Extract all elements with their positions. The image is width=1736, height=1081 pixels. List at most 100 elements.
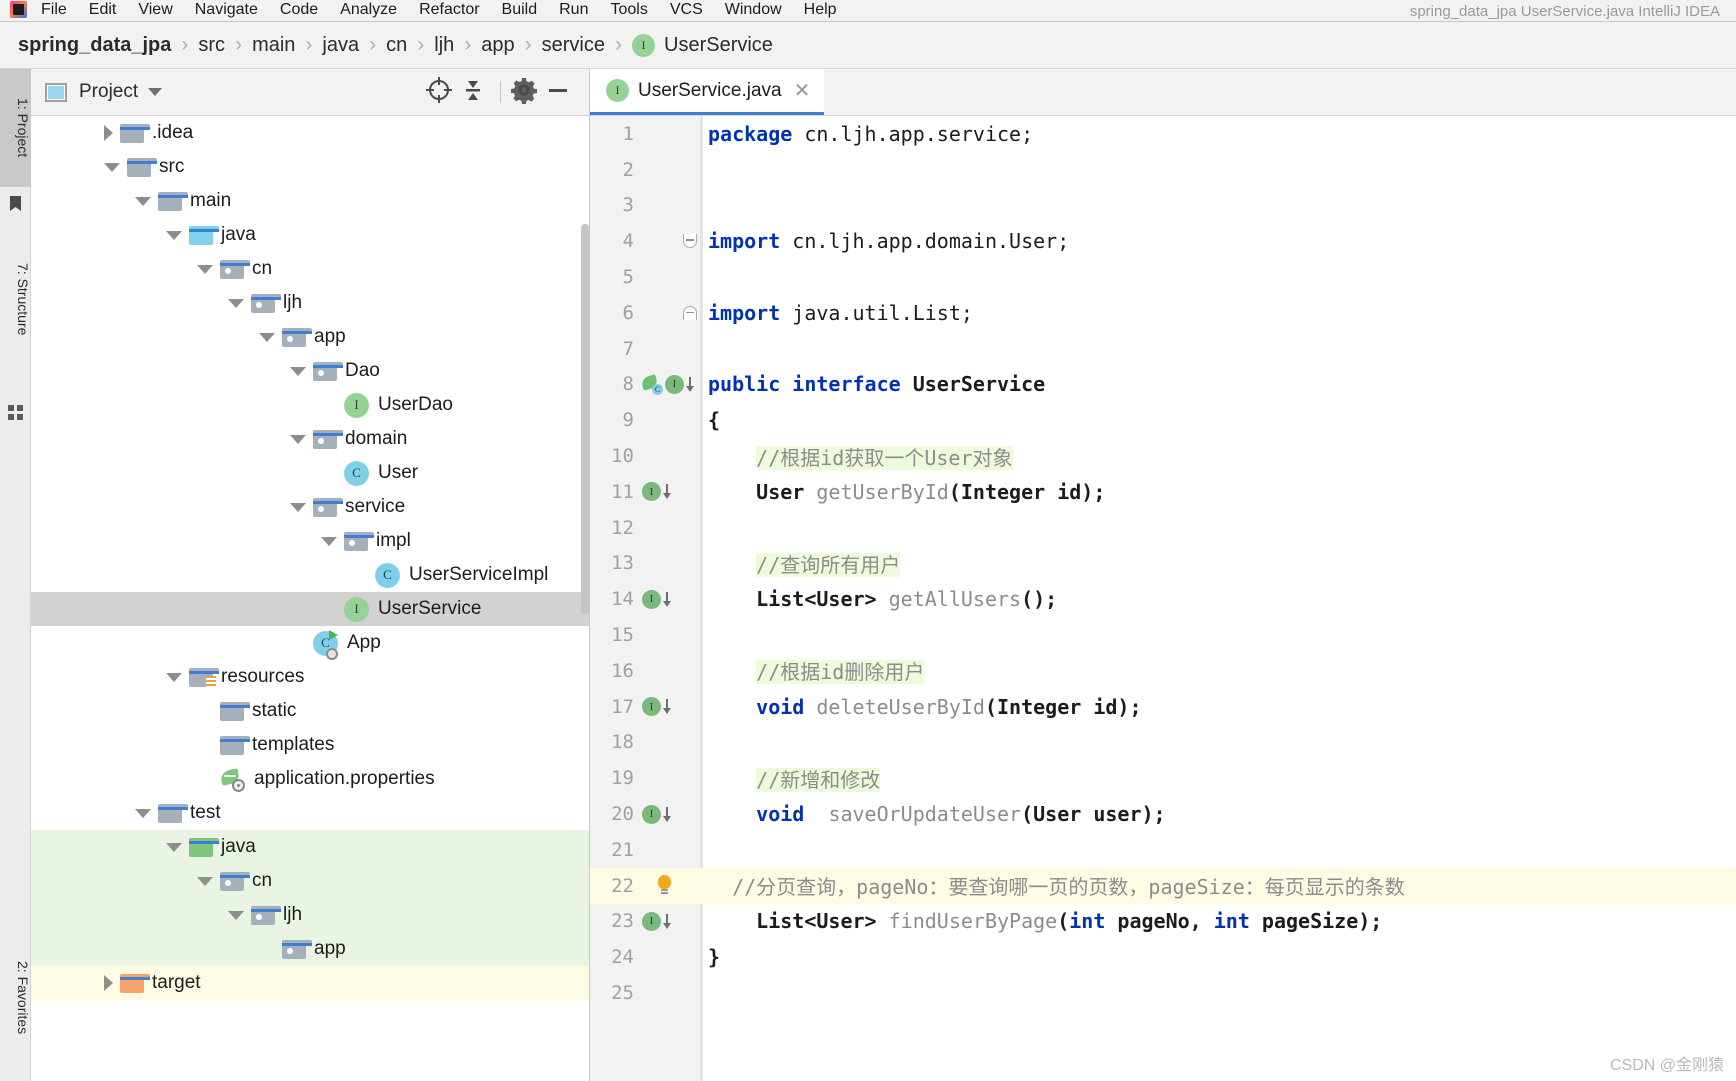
chevron-down-icon[interactable] [197, 264, 213, 274]
settings-gear-icon[interactable] [509, 75, 543, 109]
chevron-down-icon[interactable] [135, 808, 151, 818]
code-line-19[interactable]: 19 //新增和修改 [590, 760, 1736, 796]
code-line-9[interactable]: 9{ [590, 402, 1736, 438]
implemented-by-icon[interactable]: I [642, 697, 661, 717]
tree-item-java[interactable]: java [31, 830, 589, 864]
tree-item-application-properties[interactable]: application.properties [31, 762, 589, 796]
code-line-8[interactable]: 8 C Ipublic interface UserService [590, 367, 1736, 403]
menu-item-tools[interactable]: Tools [599, 0, 658, 21]
gutter-icon-group[interactable] [642, 868, 698, 904]
tree-item-app[interactable]: app [31, 320, 589, 354]
code-line-23[interactable]: 23 I List<User> findUserByPage(int pageNo… [590, 904, 1736, 940]
tree-item-userserviceimpl[interactable]: C UserServiceImpl [31, 558, 589, 592]
breadcrumb-item-app[interactable]: app [481, 34, 514, 57]
code-line-11[interactable]: 11 I User getUserById(Integer id); [590, 474, 1736, 510]
tree-item-target[interactable]: target [31, 966, 589, 1000]
close-icon[interactable]: ✕ [794, 81, 811, 101]
chevron-down-icon[interactable] [148, 88, 163, 96]
breadcrumb-item-src[interactable]: src [198, 34, 225, 57]
tree-item-app[interactable]: C App [31, 626, 589, 660]
bookmark-icon[interactable] [8, 195, 23, 211]
tree-item-src[interactable]: src [31, 150, 589, 184]
code-line-18[interactable]: 18 [590, 725, 1736, 761]
tree-item-ljh[interactable]: ljh [31, 286, 589, 320]
code-line-20[interactable]: 20 I void saveOrUpdateUser(User user); [590, 796, 1736, 832]
collapse-all-icon[interactable] [458, 75, 492, 109]
menu-item-navigate[interactable]: Navigate [184, 0, 269, 21]
tree-item-dao[interactable]: Dao [31, 354, 589, 388]
tree-item-test[interactable]: test [31, 796, 589, 830]
intention-bulb-icon[interactable] [656, 875, 672, 896]
code-line-10[interactable]: 10 //根据id获取一个User对象 [590, 438, 1736, 474]
chevron-down-icon[interactable] [197, 876, 213, 886]
menu-item-run[interactable]: Run [548, 0, 599, 21]
modules-icon[interactable] [8, 405, 23, 420]
gutter-icon-group[interactable]: CI [640, 367, 698, 403]
fold-region-start-icon[interactable] [682, 233, 698, 249]
tree-item-java[interactable]: java [31, 218, 589, 252]
tree-item-domain[interactable]: domain [31, 422, 589, 456]
gutter-icon-group[interactable]: I [642, 474, 698, 510]
code-line-2[interactable]: 2 [590, 152, 1736, 188]
breadcrumb-item-spring-data-jpa[interactable]: spring_data_jpa [18, 34, 171, 57]
gutter-icon-group[interactable]: I [642, 689, 698, 725]
breadcrumb-item-userservice[interactable]: I UserService [632, 33, 773, 57]
tree-item-cn[interactable]: cn [31, 864, 589, 898]
code-line-22[interactable]: 22 //分页查询，pageNo：要查询哪一页的页数，pageSize：每页显示… [590, 867, 1736, 904]
menu-item-window[interactable]: Window [714, 0, 793, 21]
menu-item-build[interactable]: Build [491, 0, 549, 21]
tree-item-templates[interactable]: templates [31, 728, 589, 762]
chevron-down-icon[interactable] [259, 332, 275, 342]
breadcrumb[interactable]: spring_data_jpa › src › main › java › cn › ljh › app… [0, 22, 1736, 69]
code-line-15[interactable]: 15 [590, 617, 1736, 653]
chevron-down-icon[interactable] [290, 434, 306, 444]
tree-item-user[interactable]: C User [31, 456, 589, 490]
sidebar-tab-structure[interactable]: 7: Structure [0, 224, 31, 374]
menu-item-view[interactable]: View [127, 0, 183, 21]
implemented-by-icon[interactable]: I [665, 374, 684, 394]
menu-item-code[interactable]: Code [269, 0, 329, 21]
fold-region-end-icon[interactable] [682, 305, 698, 321]
menu-item-help[interactable]: Help [793, 0, 848, 21]
spring-bean-icon[interactable]: C [640, 374, 663, 395]
editor-tab-userservice[interactable]: I UserService.java ✕ [590, 69, 825, 115]
tree-item-resources[interactable]: resources [31, 660, 589, 694]
implemented-by-icon[interactable]: I [642, 482, 661, 502]
menu-item-file[interactable]: File [30, 0, 78, 21]
hide-panel-icon[interactable] [543, 75, 577, 109]
menu-item-edit[interactable]: Edit [78, 0, 128, 21]
code-line-5[interactable]: 5 [590, 259, 1736, 295]
sidebar-tab-favorites[interactable]: 2: Favorites [0, 923, 31, 1073]
chevron-down-icon[interactable] [135, 196, 151, 206]
menu-item-refactor[interactable]: Refactor [408, 0, 490, 21]
code-line-17[interactable]: 17 I void deleteUserById(Integer id); [590, 689, 1736, 725]
code-line-3[interactable]: 3 [590, 188, 1736, 224]
code-line-14[interactable]: 14 I List<User> getAllUsers(); [590, 581, 1736, 617]
breadcrumb-item-java[interactable]: java [322, 34, 359, 57]
breadcrumb-item-cn[interactable]: cn [386, 34, 407, 57]
code-line-16[interactable]: 16 //根据id删除用户 [590, 653, 1736, 689]
chevron-down-icon[interactable] [166, 842, 182, 852]
chevron-right-icon[interactable] [104, 975, 113, 991]
chevron-down-icon[interactable] [290, 366, 306, 376]
tree-item-cn[interactable]: cn [31, 252, 589, 286]
code-line-21[interactable]: 21 [590, 832, 1736, 868]
code-line-13[interactable]: 13 //查询所有用户 [590, 546, 1736, 582]
tree-item-static[interactable]: static [31, 694, 589, 728]
tree-item-userservice[interactable]: I UserService [31, 592, 589, 626]
gutter-icon-group[interactable]: I [642, 581, 698, 617]
code-line-1[interactable]: 1 package cn.ljh.app.service; [590, 116, 1736, 152]
chevron-down-icon[interactable] [166, 230, 182, 240]
chevron-right-icon[interactable] [104, 125, 113, 141]
project-panel-scrollbar[interactable] [581, 224, 589, 614]
breadcrumb-item-ljh[interactable]: ljh [434, 34, 454, 57]
breadcrumb-item-main[interactable]: main [252, 34, 295, 57]
tree-item-impl[interactable]: impl [31, 524, 589, 558]
menu-item-vcs[interactable]: VCS [659, 0, 714, 21]
code-line-6[interactable]: 6 import java.util.List; [590, 295, 1736, 331]
code-editor[interactable]: 1 package cn.ljh.app.service; 2 3 4 import cn… [590, 116, 1736, 1081]
locate-icon[interactable] [424, 75, 458, 109]
menu-item-analyze[interactable]: Analyze [329, 0, 408, 21]
project-tree[interactable]: .idea src main java cn ljh app Dao I UserDao domai… [31, 116, 589, 1081]
code-line-4[interactable]: 4 import cn.ljh.app.domain.User; [590, 223, 1736, 259]
